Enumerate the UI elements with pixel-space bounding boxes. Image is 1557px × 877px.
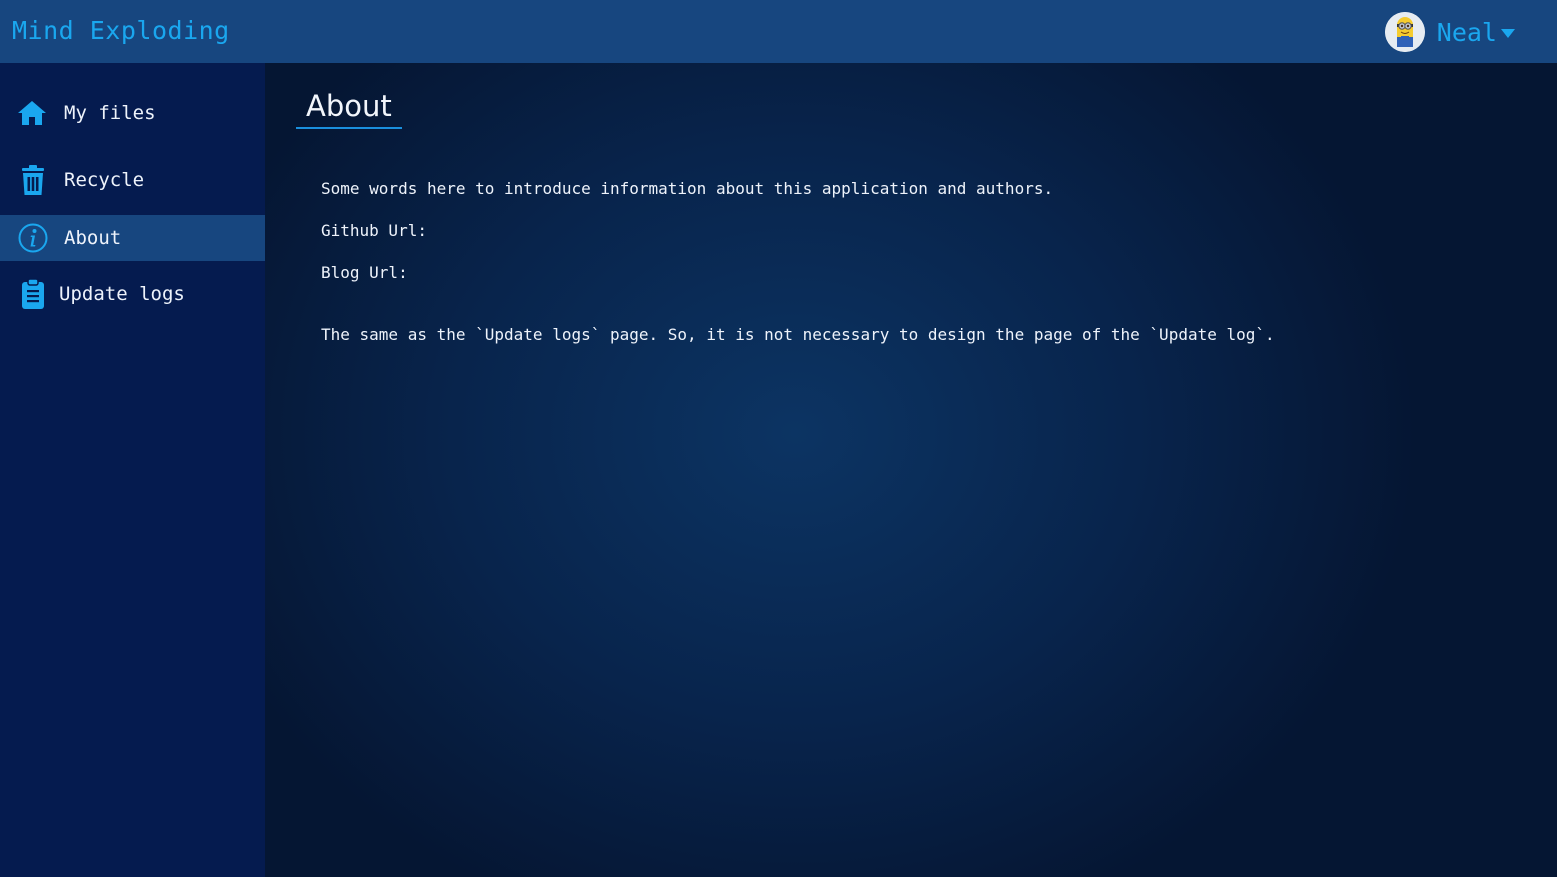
intro-text: Some words here to introduce information… bbox=[321, 179, 1054, 198]
blog-url-label: Blog Url: bbox=[321, 263, 408, 282]
top-bar: Mind Exploding Neal bbox=[0, 0, 1557, 63]
chevron-down-icon[interactable] bbox=[1501, 28, 1515, 38]
page-title: About bbox=[296, 89, 402, 129]
note-text: The same as the `Update logs` page. So, … bbox=[321, 325, 1275, 344]
sidebar-item-label: About bbox=[64, 227, 122, 249]
sidebar-item-update-logs[interactable]: Update logs bbox=[0, 271, 265, 317]
app-brand[interactable]: Mind Exploding bbox=[12, 16, 230, 45]
user-name[interactable]: Neal bbox=[1437, 18, 1497, 47]
sidebar-item-my-files[interactable]: My files bbox=[0, 90, 265, 136]
sidebar: My files Recycle About Update logs bbox=[0, 63, 265, 877]
sidebar-item-label: Recycle bbox=[64, 169, 145, 191]
sidebar-item-recycle[interactable]: Recycle bbox=[0, 157, 265, 203]
sidebar-item-label: My files bbox=[64, 102, 156, 124]
content-area: About Some words here to introduce infor… bbox=[265, 63, 1557, 877]
sidebar-item-about[interactable]: About bbox=[0, 215, 265, 261]
trash-icon bbox=[17, 164, 49, 196]
minion-avatar-icon bbox=[1384, 12, 1425, 52]
info-icon bbox=[17, 222, 49, 254]
home-icon bbox=[16, 97, 48, 129]
user-menu[interactable]: Neal bbox=[1384, 12, 1515, 52]
avatar[interactable] bbox=[1384, 12, 1425, 52]
sidebar-item-label: Update logs bbox=[59, 283, 185, 305]
github-url-label: Github Url: bbox=[321, 221, 427, 240]
clipboard-icon bbox=[17, 278, 49, 310]
